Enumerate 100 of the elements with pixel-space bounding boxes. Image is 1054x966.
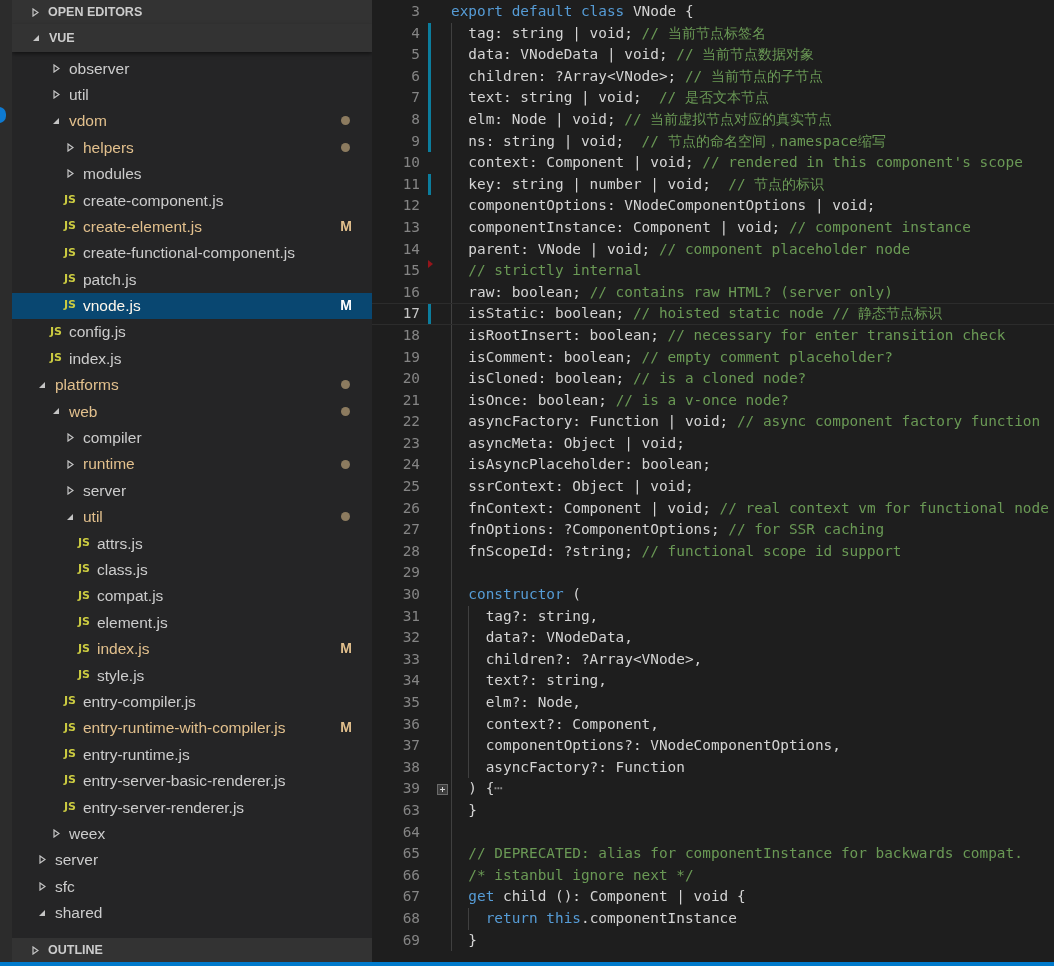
- line-number: 31: [401, 606, 420, 626]
- line-number: 37: [401, 736, 420, 756]
- code-line: ) {⋯: [467, 779, 503, 799]
- code-line: componentOptions: VNodeComponentOptions | void;: [467, 196, 876, 216]
- line-number: 68: [401, 908, 420, 928]
- tree-item[interactable]: JS compat.js: [12, 582, 372, 610]
- js-file-icon: JS: [64, 772, 76, 789]
- collapsed-arrow-icon[interactable]: [52, 829, 60, 838]
- change-marker[interactable]: [428, 304, 431, 324]
- code-line: }: [467, 930, 477, 950]
- tree-item[interactable]: shared: [12, 899, 372, 926]
- code-line: data: VNodeData | void; // 当前节点数据对象: [467, 45, 815, 65]
- line-number: 23: [401, 433, 420, 453]
- tree-item-label: class.js: [97, 560, 148, 580]
- js-file-icon: JS: [64, 218, 76, 235]
- tree-item[interactable]: modules: [12, 160, 372, 187]
- tree-item-label: patch.js: [83, 269, 137, 290]
- collapsed-arrow-icon[interactable]: [38, 881, 46, 891]
- tree-item[interactable]: JS index.js: [12, 345, 372, 372]
- tree-item[interactable]: sfc: [12, 873, 372, 900]
- line-number: 12: [401, 196, 420, 216]
- collapsed-arrow-icon[interactable]: [66, 485, 74, 495]
- tree-item[interactable]: JS create-component.js: [12, 186, 372, 214]
- tree-item[interactable]: JS class.js: [12, 556, 372, 583]
- tree-item[interactable]: platforms: [12, 371, 372, 399]
- code-line: isRootInsert: boolean; // necessary for enter transition check: [467, 325, 1006, 345]
- change-marker[interactable]: [428, 87, 431, 109]
- expanded-arrow-icon[interactable]: [66, 512, 74, 521]
- tree-item[interactable]: util: [12, 503, 372, 531]
- change-marker[interactable]: [428, 44, 431, 66]
- tree-item[interactable]: compiler: [12, 424, 372, 451]
- tree-item[interactable]: JS entry-server-basic-renderer.js: [12, 767, 372, 794]
- tree-item[interactable]: JS config.js: [12, 318, 372, 346]
- change-marker[interactable]: [428, 173, 431, 196]
- collapsed-arrow-icon[interactable]: [38, 855, 46, 865]
- tree-item[interactable]: JS vnode.js M: [12, 292, 372, 319]
- change-marker[interactable]: [428, 130, 431, 153]
- collapsed-arrow-icon[interactable]: [52, 90, 60, 100]
- js-file-icon: JS: [64, 798, 76, 816]
- change-marker[interactable]: [428, 65, 431, 88]
- tree-item[interactable]: runtime: [12, 450, 372, 478]
- tree-item[interactable]: JS style.js: [12, 662, 372, 689]
- section-header[interactable]: OUTLINE: [12, 938, 372, 962]
- expand-fold-icon[interactable]: [437, 783, 448, 795]
- tree-item-label: config.js: [69, 322, 126, 343]
- tree-item[interactable]: server: [12, 477, 372, 504]
- code-line: key: string | number | void; // 节点的标识: [467, 174, 825, 195]
- tree-item-label: entry-runtime-with-compiler.js: [83, 718, 286, 739]
- collapsed-arrow-icon[interactable]: [66, 459, 74, 469]
- tree-item-label: index.js: [69, 348, 122, 369]
- tree-item-label: entry-server-basic-renderer.js: [83, 771, 286, 792]
- tree-item[interactable]: observer: [12, 55, 372, 82]
- collapsed-arrow-icon[interactable]: [52, 63, 60, 73]
- line-number: 39: [401, 779, 420, 799]
- collapsed-arrow-icon[interactable]: [66, 433, 74, 443]
- tree-item[interactable]: JS entry-server-renderer.js: [12, 793, 372, 821]
- js-file-icon: JS: [78, 666, 90, 684]
- code-line: raw: boolean; // contains raw HTML? (server only): [467, 282, 893, 302]
- section-header[interactable]: OPEN EDITORS: [12, 0, 372, 24]
- tree-item[interactable]: JS patch.js: [12, 266, 372, 293]
- line-number: 6: [410, 66, 420, 86]
- section-header[interactable]: VUE: [12, 26, 372, 50]
- code-line: // strictly internal: [467, 261, 642, 281]
- expanded-arrow-icon[interactable]: [38, 908, 46, 917]
- tree-item[interactable]: JS create-functional-component.js: [12, 239, 372, 267]
- collapsed-arrow-icon[interactable]: [32, 7, 39, 17]
- tree-item[interactable]: server: [12, 846, 372, 874]
- code-line: asyncMeta: Object | void;: [467, 433, 685, 454]
- tree-item[interactable]: JS entry-compiler.js: [12, 688, 372, 715]
- collapsed-arrow-icon[interactable]: [66, 142, 74, 152]
- tree-item[interactable]: helpers: [12, 134, 372, 161]
- tree-item[interactable]: vdom: [12, 107, 372, 135]
- tree-item[interactable]: JS entry-runtime-with-compiler.js M: [12, 714, 372, 742]
- tree-item[interactable]: web: [12, 398, 372, 425]
- deleted-marker-icon[interactable]: [428, 260, 433, 269]
- code-line: asyncFactory?: Function: [484, 757, 685, 777]
- expanded-arrow-icon[interactable]: [52, 116, 60, 125]
- tree-item-label: create-element.js: [83, 216, 202, 237]
- expanded-arrow-icon[interactable]: [32, 34, 40, 42]
- line-number: 33: [401, 649, 420, 669]
- code-line: isAsyncPlaceholder: boolean;: [467, 455, 711, 475]
- tree-item[interactable]: JS attrs.js: [12, 530, 372, 557]
- code-line: text: string | void; // 是否文本节点: [467, 88, 769, 108]
- tree-item[interactable]: util: [12, 81, 372, 108]
- tree-item[interactable]: JS entry-runtime.js: [12, 741, 372, 768]
- tree-item[interactable]: weex: [12, 820, 372, 847]
- line-number: 7: [410, 88, 420, 108]
- collapsed-arrow-icon[interactable]: [66, 169, 74, 179]
- line-number: 64: [401, 822, 420, 842]
- tree-item[interactable]: JS element.js: [12, 609, 372, 636]
- expanded-arrow-icon[interactable]: [38, 380, 46, 389]
- tree-item[interactable]: JS create-element.js M: [12, 213, 372, 240]
- change-marker[interactable]: [428, 22, 431, 45]
- change-marker[interactable]: [428, 108, 431, 131]
- code-line: fnScopeId: ?string; // functional scope id support: [467, 541, 902, 561]
- tree-item-label: attrs.js: [97, 533, 143, 554]
- expanded-arrow-icon[interactable]: [52, 407, 60, 416]
- js-file-icon: JS: [78, 614, 90, 631]
- tree-item[interactable]: JS index.js M: [12, 635, 372, 662]
- collapsed-arrow-icon[interactable]: [32, 945, 39, 955]
